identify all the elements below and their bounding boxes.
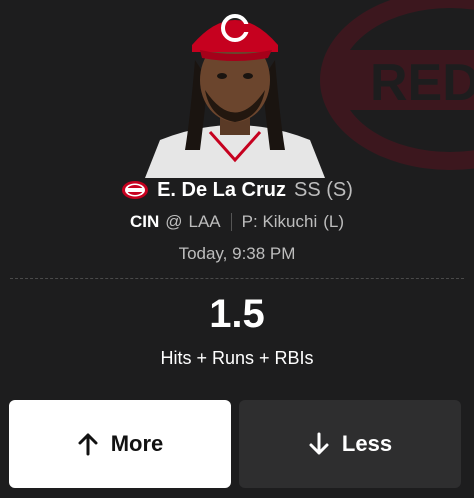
less-button[interactable]: Less	[239, 400, 461, 488]
dashed-divider	[10, 278, 464, 279]
matchup-row: CIN @ LAA P: Kikuchi (L)	[0, 211, 474, 233]
svg-text:RED: RED	[370, 54, 474, 112]
arrow-down-icon	[309, 432, 329, 455]
player-headshot	[145, 14, 325, 178]
pitcher-hand: (L)	[323, 212, 345, 231]
player-name-row: E. De La Cruz SS (S)	[0, 178, 474, 202]
projection-line: 1.5	[209, 292, 265, 336]
less-button-label: Less	[341, 431, 393, 456]
player-name: E. De La Cruz	[157, 178, 286, 201]
more-button[interactable]: More	[9, 400, 231, 488]
separator	[230, 213, 232, 231]
stat-type: Hits + Runs + RBIs	[160, 348, 314, 368]
game-time: Today, 9:38 PM	[178, 244, 296, 263]
more-button-label: More	[110, 431, 164, 456]
player-position: SS (S)	[294, 178, 353, 201]
arrow-up-icon	[78, 433, 98, 456]
opponent-abbreviation: LAA	[188, 212, 221, 231]
opposing-pitcher: P: Kikuchi	[241, 212, 318, 231]
projection-card: RED E. De La Cruz SS (S) CIN @ LAA P: Ki…	[0, 0, 474, 498]
reds-logo-icon	[122, 181, 149, 199]
team-abbreviation: CIN	[129, 212, 160, 231]
at-symbol: @	[165, 212, 183, 231]
